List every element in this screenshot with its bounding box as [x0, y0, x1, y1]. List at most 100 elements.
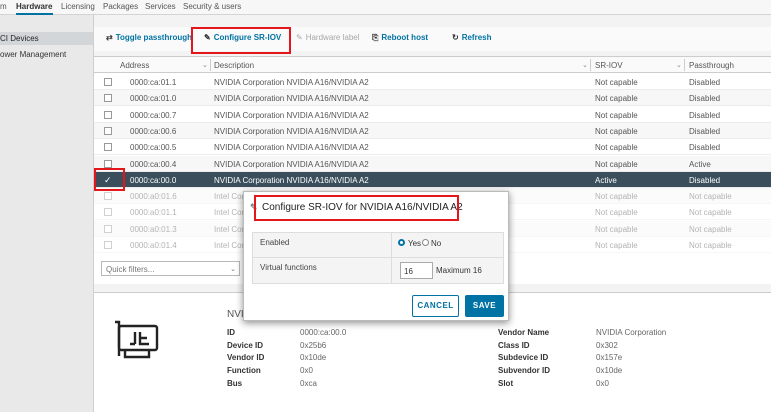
column-header-passthrough[interactable]: Passthrough [689, 61, 734, 70]
table-row[interactable]: 0000:ca:01.1 NVIDIA Corporation NVIDIA A1… [94, 74, 771, 90]
detail-label: Class ID [498, 340, 530, 350]
cell-address: 0000:ca:00.0 [130, 175, 177, 185]
column-header-address[interactable]: Address [120, 61, 149, 70]
cell-address: 0000:ca:01.0 [130, 94, 177, 104]
row-checkbox[interactable] [104, 110, 112, 119]
cell-address: 0000:ca:01.1 [130, 78, 177, 87]
quick-filter-placeholder: Quick filters... [106, 265, 155, 274]
cell-sriov: Not capable [595, 126, 638, 136]
hardware-label-button[interactable]: ✎ Hardware label [296, 33, 360, 45]
device-name: NVIDIA [227, 309, 243, 320]
virtual-functions-input[interactable]: 16 [400, 262, 433, 279]
detail-label: Subdevice ID [498, 353, 549, 363]
reboot-host-label: Reboot host [381, 33, 429, 42]
detail-value: 0xca [300, 378, 317, 388]
detail-label: Function [227, 366, 261, 376]
quick-filter-input[interactable]: Quick filters... ⌄ [101, 261, 240, 276]
cell-description: NVIDIA Corporation NVIDIA A16/NVIDIA A2 [214, 126, 369, 136]
detail-value: 0x0 [596, 378, 609, 388]
cell-address: 0000:ca:00.4 [130, 159, 177, 169]
cell-description: NVIDIA Corporation NVIDIA A16/NVIDIA A2 [214, 110, 369, 120]
cell-sriov: Not capable [595, 110, 638, 120]
cell-passthrough: Disabled [689, 78, 721, 87]
detail-label: Bus [227, 378, 243, 388]
highlight-selected-checkbox [94, 168, 125, 191]
detail-value: 0000:ca:00.0 [300, 328, 347, 337]
hardware-label-label: Hardware label [305, 33, 360, 42]
tab-services[interactable]: Services [145, 2, 176, 11]
cell-passthrough: Disabled [689, 175, 721, 185]
save-button[interactable]: SAVE [465, 295, 504, 317]
table-row[interactable]: 0000:ca:00.5 NVIDIA Corporation NVIDIA A1… [94, 139, 771, 156]
table-row[interactable]: 0000:ca:01.0 NVIDIA Corporation NVIDIA A1… [94, 90, 771, 107]
column-header-description[interactable]: Description [214, 61, 254, 70]
sidebar-item-pci-devices[interactable]: CI Devices [0, 32, 93, 45]
pencil-icon: ✎ [296, 33, 303, 42]
detail-label: Slot [498, 378, 514, 388]
detail-value: 0x10de [596, 366, 623, 376]
chevron-down-icon[interactable]: ⌄ [582, 61, 588, 69]
tab-packages[interactable]: Packages [103, 2, 138, 11]
chevron-down-icon[interactable]: ⌄ [676, 61, 682, 69]
cell-address: 0000:ca:00.7 [130, 110, 177, 120]
detail-label: Device ID [227, 340, 264, 350]
toggle-passthrough-label: Toggle passthrough [115, 33, 192, 42]
detail-label: Vendor ID [227, 353, 265, 363]
tab-hardware[interactable]: Hardware [16, 2, 52, 11]
table-row[interactable]: 0000:ca:00.7 NVIDIA Corporation NVIDIA A1… [94, 107, 771, 123]
column-header-sriov[interactable]: SR-IOV [595, 61, 623, 70]
cell-passthrough: Disabled [689, 94, 721, 104]
row-checkbox[interactable] [104, 94, 112, 103]
table-row[interactable]: ✓ 0000:ca:00.0 NVIDIA Corporation NVIDIA A… [94, 171, 771, 188]
highlight-configure-sriov [191, 27, 291, 54]
grid-header: Address ⌄ Description ⌄ SR-IOV ⌄ Passthr… [94, 57, 771, 73]
enabled-no-radio[interactable] [422, 239, 429, 246]
cell-description: NVIDIA Corporation NVIDIA A16/NVIDIA A2 [214, 159, 369, 169]
refresh-button[interactable]: ↻ Refresh [452, 33, 492, 45]
reboot-icon: ⎘ [372, 33, 379, 42]
cell-description: NVIDIA Corporation NVIDIA A16/NVIDIA A2 [214, 175, 369, 185]
cell-address: 0000:ca:00.5 [130, 143, 177, 153]
cell-passthrough: Active [689, 159, 711, 169]
refresh-label: Refresh [461, 33, 492, 42]
row-checkbox[interactable] [104, 126, 112, 135]
cell-passthrough: Disabled [689, 110, 721, 120]
toggle-passthrough-button[interactable]: ⇄ Toggle passthrough [106, 33, 192, 45]
table-row[interactable]: 0000:ca:00.6 NVIDIA Corporation NVIDIA A1… [94, 122, 771, 139]
enabled-yes-radio[interactable] [398, 239, 405, 246]
top-nav: m Hardware Licensing Packages Services S… [0, 0, 771, 15]
detail-value: NVIDIA Corporation [596, 328, 667, 337]
cancel-button[interactable]: CANCEL [412, 295, 459, 317]
dialog-form: Enabled Yes No Virtual functions 16 Maxi… [252, 232, 504, 284]
detail-label: Vendor Name [498, 328, 550, 337]
enabled-row: Enabled Yes No [253, 233, 503, 258]
sidebar-item-power-management[interactable]: ower Management [0, 48, 93, 61]
row-checkbox[interactable] [104, 159, 112, 168]
enabled-label: Enabled [260, 238, 290, 247]
cell-passthrough: Disabled [689, 126, 721, 136]
tab-security-users[interactable]: Security & users [183, 2, 241, 11]
virtual-functions-max: Maximum 16 [436, 266, 482, 275]
reboot-host-button[interactable]: ⎘ Reboot host [372, 33, 428, 45]
sidebar: CI Devices ower Management [0, 15, 94, 412]
detail-value: 0x25b6 [300, 340, 327, 350]
form-divider [391, 258, 392, 283]
enabled-no-label: No [431, 239, 442, 248]
chevron-down-icon: ⌄ [230, 266, 236, 273]
column-divider [590, 59, 591, 71]
tab-licensing[interactable]: Licensing [61, 2, 95, 11]
cell-passthrough: Disabled [689, 143, 721, 153]
detail-value: 0x302 [596, 340, 618, 350]
tab-manage[interactable]: m [0, 2, 7, 11]
cell-description: NVIDIA Corporation NVIDIA A16/NVIDIA A2 [214, 78, 369, 87]
row-checkbox[interactable] [104, 143, 112, 152]
column-divider [684, 59, 685, 71]
cell-description: NVIDIA Corporation NVIDIA A16/NVIDIA A2 [214, 143, 369, 153]
cell-sriov: Not capable [595, 159, 638, 169]
chevron-down-icon[interactable]: ⌄ [202, 61, 208, 69]
row-checkbox[interactable] [104, 78, 112, 86]
table-row[interactable]: 0000:ca:00.4 NVIDIA Corporation NVIDIA A1… [94, 155, 771, 172]
cell-sriov: Not capable [595, 143, 638, 153]
enabled-yes-label: Yes [408, 239, 422, 248]
cell-address: 0000:ca:00.6 [130, 126, 177, 136]
